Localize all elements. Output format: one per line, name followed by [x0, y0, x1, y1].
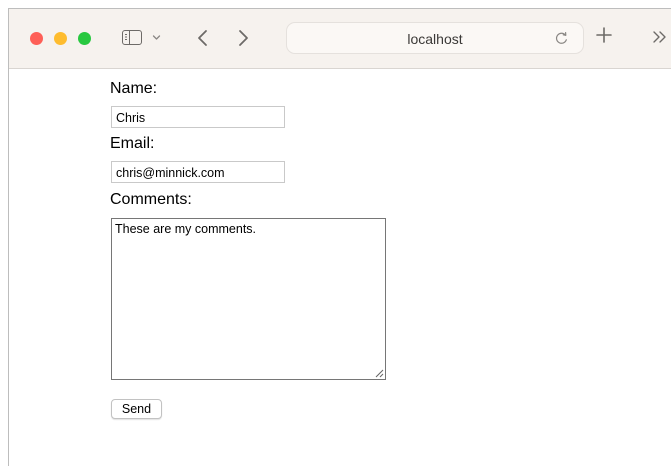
name-label: Name: — [110, 80, 158, 97]
chevron-left-icon[interactable] — [195, 27, 211, 49]
chevron-down-icon[interactable] — [152, 33, 161, 42]
minimize-window-button[interactable] — [54, 32, 67, 45]
zoom-window-button[interactable] — [78, 32, 91, 45]
address-bar[interactable]: localhost — [286, 22, 584, 54]
address-text: localhost — [407, 31, 463, 47]
comments-textarea[interactable]: These are my comments. — [111, 218, 386, 380]
send-button[interactable]: Send — [111, 399, 162, 419]
browser-toolbar: localhost — [9, 9, 671, 69]
email-input[interactable] — [111, 161, 285, 183]
chevron-right-icon[interactable] — [235, 27, 251, 49]
name-input[interactable] — [111, 106, 285, 128]
plus-icon[interactable] — [595, 26, 613, 44]
page-content: Name: Email: Comments: These are my comm… — [9, 69, 671, 466]
reload-icon[interactable] — [554, 31, 569, 46]
close-window-button[interactable] — [30, 32, 43, 45]
comments-label: Comments: — [110, 191, 192, 208]
sidebar-icon[interactable] — [122, 30, 142, 45]
double-chevron-right-icon[interactable] — [652, 30, 668, 44]
email-label: Email: — [110, 135, 155, 152]
resize-grip-icon[interactable] — [375, 369, 384, 378]
browser-window: localhost Name: Email: Comments: These a… — [8, 8, 671, 466]
